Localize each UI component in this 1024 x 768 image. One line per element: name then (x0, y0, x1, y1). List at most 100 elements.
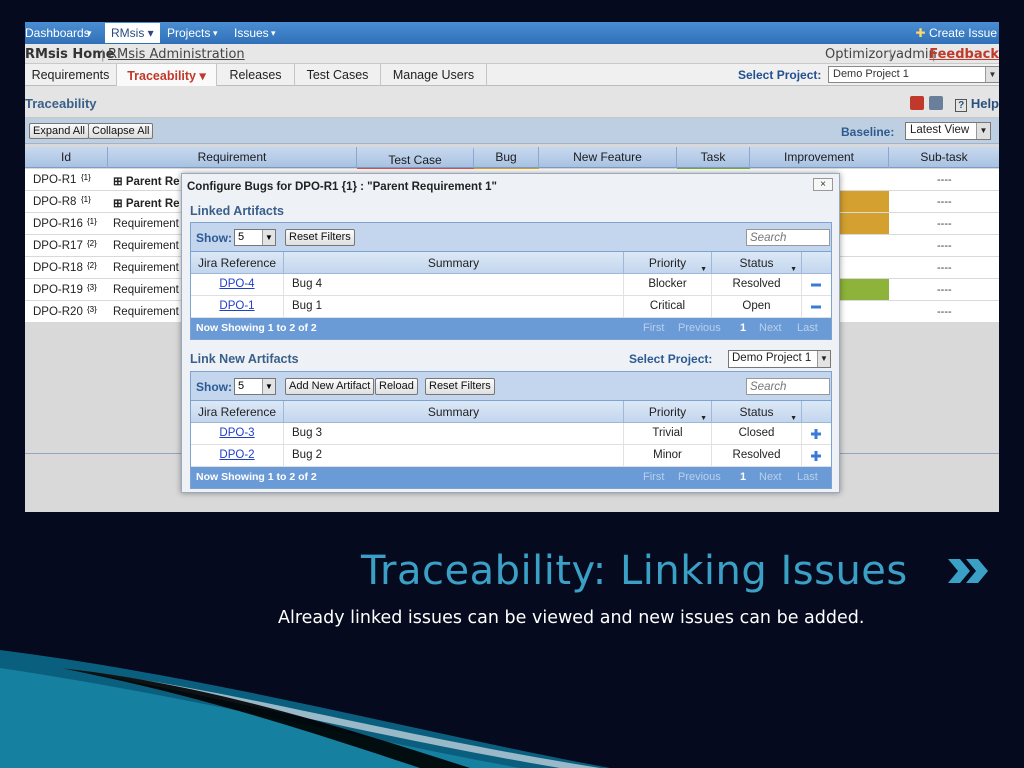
linked-reset-filters-button[interactable]: Reset Filters (285, 229, 355, 246)
col-id[interactable]: Id (25, 147, 108, 168)
requirement-name[interactable]: Requirement (113, 262, 179, 274)
print-icon[interactable] (929, 96, 943, 110)
collapse-all-button[interactable]: Collapse All (88, 123, 154, 139)
pager-last[interactable]: Last (797, 471, 818, 483)
col-priority[interactable]: Priority ▼ (624, 252, 712, 274)
double-chevron-right-icon (948, 559, 988, 583)
reload-button[interactable]: Reload (375, 378, 418, 395)
chevron-down-icon[interactable]: ▾ (87, 28, 92, 39)
requirement-id[interactable]: DPO-R19 (33, 284, 83, 296)
col-summary[interactable]: Summary (284, 401, 624, 423)
requirement-id[interactable]: DPO-R8 (33, 196, 76, 208)
table-row: DPO-4 Bug 4 Blocker Resolved (191, 274, 831, 296)
nav-issues[interactable]: Issues (234, 26, 269, 40)
link-select-project-dropdown[interactable]: Demo Project 1 ▼ (728, 350, 831, 368)
col-test-case[interactable]: Test Case (357, 147, 474, 168)
pager-first[interactable]: First (643, 322, 664, 334)
page-title: Traceability (25, 96, 97, 111)
tab-test-cases[interactable]: Test Cases (295, 64, 381, 86)
linked-table-header: Jira Reference Summary Priority ▼ Status ▼ (191, 252, 831, 274)
baseline-dropdown[interactable]: Latest View ▼ (905, 122, 991, 140)
add-new-artifact-button[interactable]: Add New Artifact (285, 378, 375, 395)
pager-last[interactable]: Last (797, 322, 818, 334)
requirement-id[interactable]: DPO-R18 (33, 262, 83, 274)
sub-task-cell: ---- (937, 196, 952, 208)
linked-page-size-select[interactable]: 5 ▼ (234, 229, 276, 246)
linked-search-input[interactable] (746, 229, 830, 246)
status-cell: Resolved (712, 274, 802, 295)
improvement-coverage-cell[interactable] (840, 191, 889, 212)
org-name: Optimizory (825, 47, 897, 62)
feedback-link[interactable]: Feedback (929, 47, 999, 62)
summary-cell: Bug 3 (284, 423, 624, 444)
col-sub-task[interactable]: Sub-task (889, 147, 999, 168)
nav-projects[interactable]: Projects (167, 26, 210, 40)
tab-traceability[interactable]: Traceability ▾ (117, 64, 217, 86)
showing-count: Now Showing 1 to 2 of 2 (196, 471, 317, 483)
version-badge: {1} (81, 195, 91, 204)
link-plus-icon[interactable] (810, 428, 822, 440)
col-bug[interactable]: Bug (474, 147, 539, 168)
link-plus-icon[interactable] (810, 450, 822, 462)
col-action (802, 252, 831, 274)
create-issue-link[interactable]: ✚ Create Issue (916, 26, 997, 40)
pager-previous[interactable]: Previous (678, 322, 721, 334)
jira-reference-link[interactable]: DPO-4 (191, 274, 284, 295)
col-requirement[interactable]: Requirement (108, 147, 357, 168)
requirement-id[interactable]: DPO-R17 (33, 240, 83, 252)
unlink-minus-icon[interactable] (810, 301, 822, 313)
requirement-name[interactable]: Requirement (113, 240, 179, 252)
pager-current[interactable]: 1 (740, 471, 746, 483)
expand-all-button[interactable]: Expand All (29, 123, 89, 139)
nav-dashboards[interactable]: Dashboards (25, 26, 90, 40)
pager-previous[interactable]: Previous (678, 471, 721, 483)
requirement-name[interactable]: Requirement (113, 284, 179, 296)
requirement-name[interactable]: ⊞ Parent Re (113, 174, 180, 188)
close-dialog-button[interactable]: × (813, 178, 833, 191)
sub-task-cell: ---- (937, 284, 952, 296)
improvement-coverage-cell[interactable] (840, 279, 889, 300)
link-new-reset-filters-button[interactable]: Reset Filters (425, 378, 495, 395)
linked-table-footer: Now Showing 1 to 2 of 2 First Previous 1… (191, 318, 831, 339)
col-new-feature[interactable]: New Feature (539, 147, 677, 168)
requirement-id[interactable]: DPO-R1 (33, 174, 76, 186)
col-task[interactable]: Task (677, 147, 750, 168)
tab-requirements[interactable]: Requirements (25, 64, 117, 86)
requirement-id[interactable]: DPO-R20 (33, 306, 83, 318)
tab-releases[interactable]: Releases (217, 64, 295, 86)
version-badge: {3} (87, 283, 97, 292)
rmsis-admin-link[interactable]: RMsis Administration (108, 47, 245, 62)
requirement-name[interactable]: Requirement (113, 306, 179, 318)
pager-current[interactable]: 1 (740, 322, 746, 334)
requirement-id[interactable]: DPO-R16 (33, 218, 83, 230)
requirement-name[interactable]: ⊞ Parent Re (113, 196, 180, 210)
tab-manage-users[interactable]: Manage Users (381, 64, 487, 86)
jira-reference-link[interactable]: DPO-1 (191, 296, 284, 317)
requirement-name[interactable]: Requirement (113, 218, 179, 230)
link-new-page-size-select[interactable]: 5 ▼ (234, 378, 276, 395)
unlink-minus-icon[interactable] (810, 279, 822, 291)
col-summary[interactable]: Summary (284, 252, 624, 274)
chevron-down-icon: ▼ (262, 230, 275, 245)
pager-next[interactable]: Next (759, 322, 782, 334)
improvement-coverage-cell[interactable] (840, 213, 889, 234)
page-size-value: 5 (238, 380, 245, 392)
help-link[interactable]: ? Help (955, 96, 999, 112)
pager-first[interactable]: First (643, 471, 664, 483)
col-jira-reference[interactable]: Jira Reference (191, 252, 284, 274)
nav-rmsis[interactable]: RMsis ▾ (105, 23, 160, 43)
col-status[interactable]: Status ▼ (712, 401, 802, 423)
chevron-down-icon[interactable]: ▾ (271, 28, 276, 39)
col-improvement[interactable]: Improvement (750, 147, 889, 168)
link-new-search-input[interactable] (746, 378, 830, 395)
version-badge: {3} (87, 305, 97, 314)
col-status[interactable]: Status ▼ (712, 252, 802, 274)
jira-reference-link[interactable]: DPO-2 (191, 445, 284, 466)
pager-next[interactable]: Next (759, 471, 782, 483)
jira-reference-link[interactable]: DPO-3 (191, 423, 284, 444)
select-project-dropdown[interactable]: Demo Project 1 ▼ (828, 66, 999, 83)
col-jira-reference[interactable]: Jira Reference (191, 401, 284, 423)
chevron-down-icon[interactable]: ▾ (213, 28, 218, 39)
pdf-export-icon[interactable] (910, 96, 924, 110)
col-priority[interactable]: Priority ▼ (624, 401, 712, 423)
